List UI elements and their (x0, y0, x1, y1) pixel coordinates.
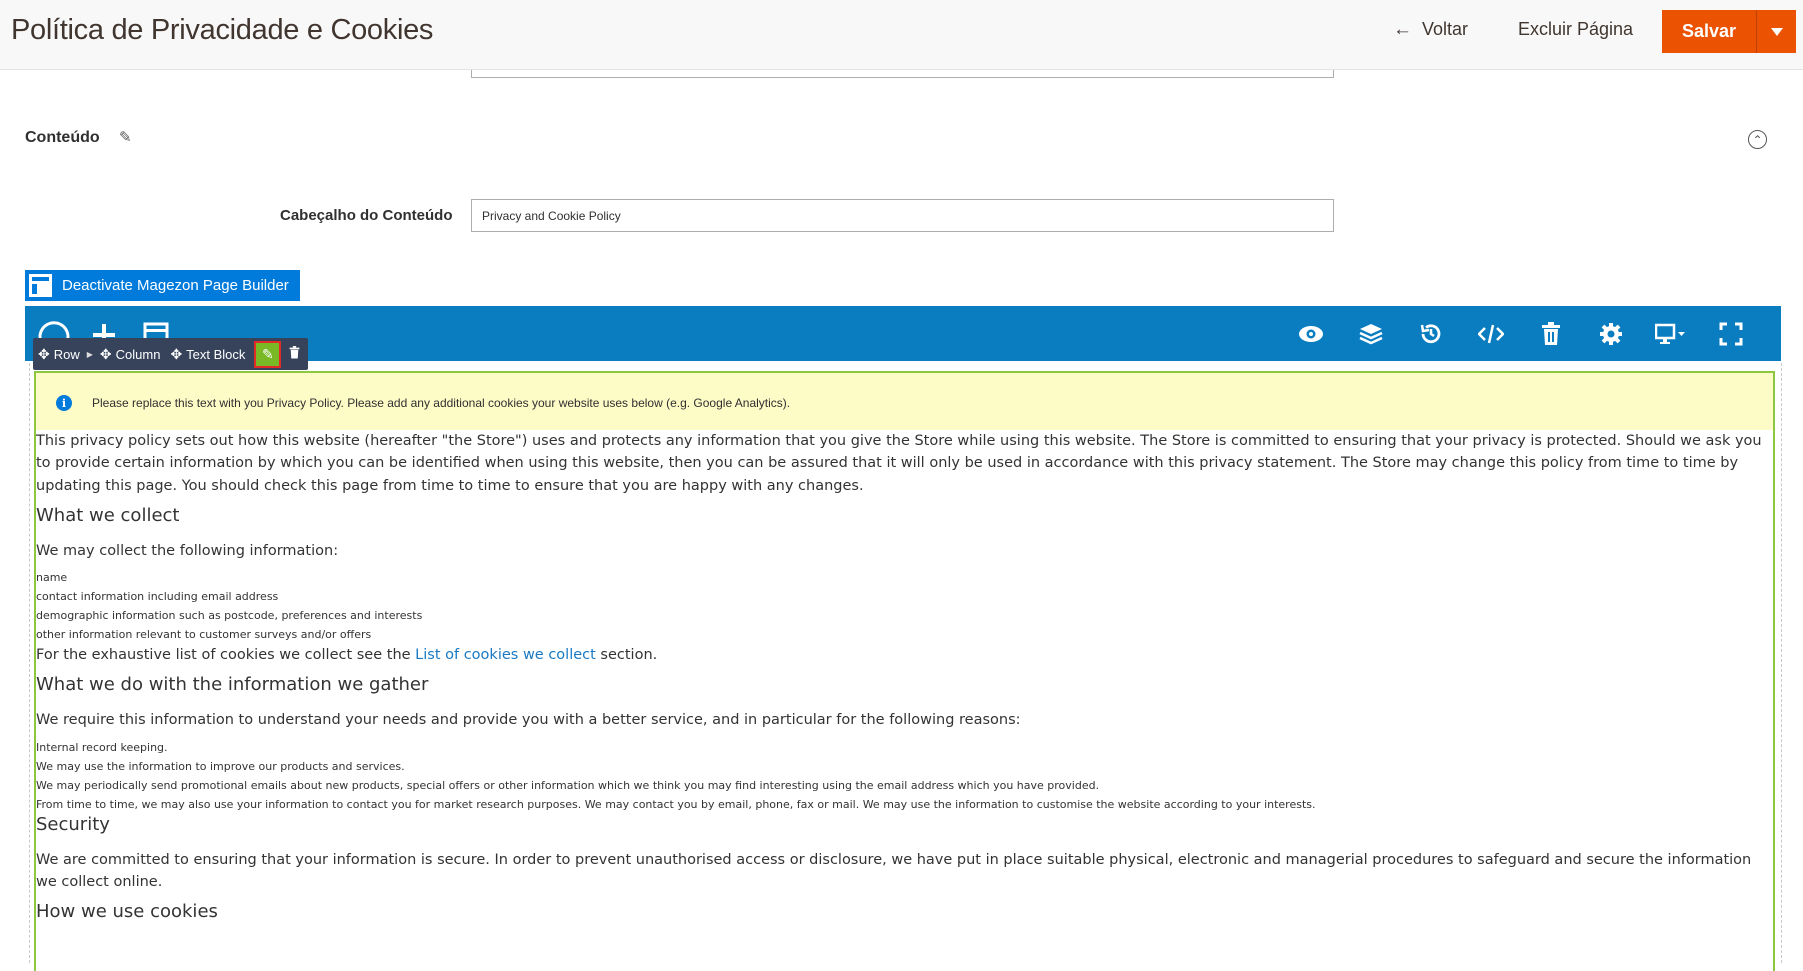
list-item: Internal record keeping. (36, 740, 168, 754)
heading-security: Security (36, 813, 110, 835)
list-item: We may use the information to improve ou… (36, 759, 405, 773)
deactivate-label: Deactivate Magezon Page Builder (62, 277, 289, 294)
cookies-list-paragraph: For the exhaustive list of cookies we co… (36, 644, 1773, 666)
move-icon: ✥ (38, 345, 50, 362)
text-block[interactable]: i Please replace this text with you Priv… (34, 371, 1775, 971)
move-icon: ✥ (170, 345, 183, 362)
element-toolbar: ✥ Row ▶ ✥ Column ✥ Text Block ✎ (33, 338, 309, 370)
cookies-post-text: section. (595, 647, 658, 664)
column-label: Column (115, 346, 161, 362)
caret-right-icon: ▶ (86, 349, 93, 359)
intro-paragraph: This privacy policy sets out how this we… (36, 433, 1762, 494)
info-icon: i (56, 395, 72, 411)
text-block-handle[interactable]: ✥ Text Block (165, 346, 250, 363)
list-item: contact information including email addr… (36, 590, 279, 604)
desktop-view-icon[interactable] (1641, 319, 1701, 349)
move-icon: ✥ (99, 345, 112, 362)
toolbar-right-icons (1281, 319, 1761, 349)
arrow-left-icon: ← (1393, 19, 1412, 40)
edit-section-icon[interactable]: ✎ (119, 128, 132, 146)
pencil-icon: ✎ (262, 345, 274, 362)
delete-page-button[interactable]: Excluir Página (1518, 19, 1633, 40)
notice-text: Please replace this text with you Privac… (92, 396, 791, 410)
cookies-pre-text: For the exhaustive list of cookies we co… (36, 647, 416, 664)
content-heading-label: Cabeçalho do Conteúdo (280, 207, 453, 224)
page-header: Política de Privacidade e Cookies ← Volta… (0, 0, 1803, 70)
preview-icon[interactable] (1281, 319, 1341, 349)
notice-banner: i Please replace this text with you Priv… (36, 373, 1773, 430)
list-item: demographic information such as postcode… (36, 609, 423, 623)
layout-icon (27, 272, 54, 299)
save-button[interactable]: Salvar (1662, 10, 1756, 53)
collect-intro: We may collect the following information… (36, 542, 339, 559)
caret-down-icon (1770, 27, 1783, 36)
delete-element-button[interactable] (285, 346, 308, 362)
back-button[interactable]: ← Voltar (1393, 19, 1468, 41)
code-icon[interactable] (1461, 319, 1521, 349)
policy-content: This privacy policy sets out how this we… (36, 430, 1773, 936)
trash-icon[interactable] (1521, 319, 1581, 349)
row-handle[interactable]: ✥ Row (33, 346, 85, 363)
list-item: We may periodically send promotional ema… (36, 778, 1100, 792)
layers-icon[interactable] (1341, 319, 1401, 349)
trash-icon (290, 346, 300, 359)
security-paragraph: We are committed to ensuring that your i… (36, 851, 1752, 891)
back-label: Voltar (1422, 19, 1469, 39)
settings-icon[interactable] (1581, 319, 1641, 349)
row-label: Row (53, 346, 80, 362)
edit-element-button[interactable]: ✎ (254, 340, 282, 368)
save-button-group: Salvar (1662, 10, 1796, 53)
deactivate-page-builder-button[interactable]: Deactivate Magezon Page Builder (25, 270, 300, 301)
gather-intro: We require this information to understan… (36, 712, 1021, 729)
fullscreen-icon[interactable] (1701, 319, 1761, 349)
history-icon[interactable] (1401, 319, 1461, 349)
column-handle[interactable]: ✥ Column (95, 346, 166, 363)
collapse-icon[interactable]: ⌃ (1748, 130, 1767, 149)
heading-gather: What we do with the information we gathe… (36, 674, 429, 696)
list-item: name (36, 571, 68, 585)
section-title[interactable]: Conteúdo (25, 129, 100, 147)
list-item: From time to time, we may also use your … (36, 797, 1316, 811)
page-title: Política de Privacidade e Cookies (11, 14, 434, 46)
text-block-label: Text Block (186, 346, 246, 362)
list-item: other information relevant to customer s… (36, 628, 372, 642)
content-heading-input[interactable] (471, 199, 1334, 232)
heading-cookies: How we use cookies (36, 901, 218, 923)
heading-collect: What we collect (36, 504, 180, 526)
save-options-toggle[interactable] (1756, 10, 1796, 53)
previous-field-input[interactable] (471, 70, 1334, 78)
cookies-list-link[interactable]: List of cookies we collect (415, 647, 596, 663)
